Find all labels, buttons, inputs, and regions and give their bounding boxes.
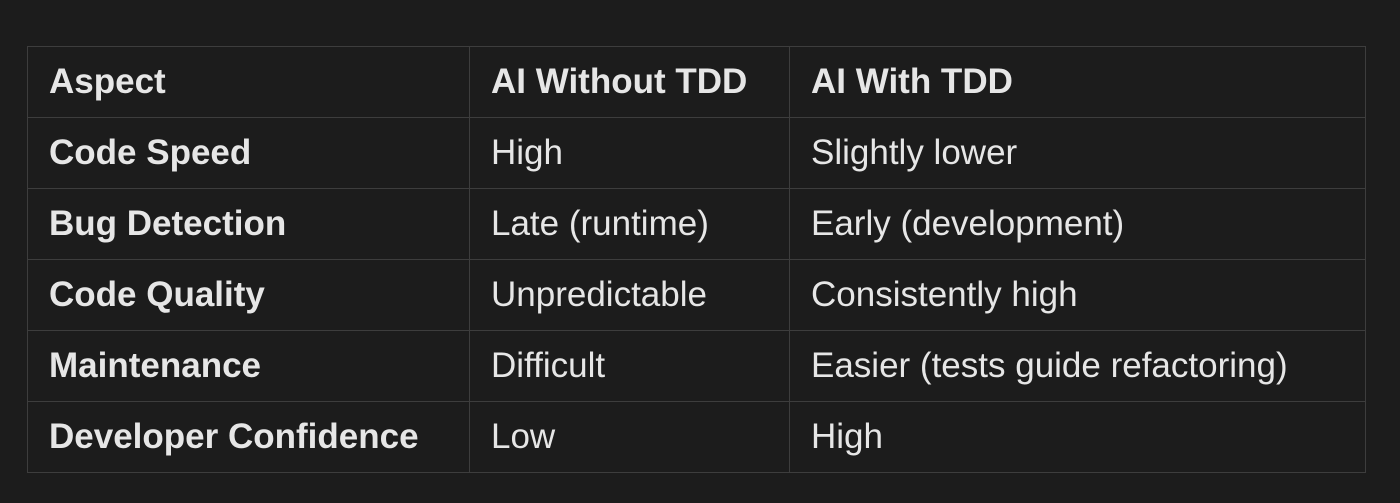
table-row: Maintenance Difficult Easier (tests guid… bbox=[27, 330, 1366, 402]
row-without-tdd-cell: Difficult bbox=[469, 330, 790, 402]
row-aspect-cell: Maintenance bbox=[27, 330, 470, 402]
row-with-tdd-cell: High bbox=[789, 401, 1366, 473]
row-aspect-cell: Code Quality bbox=[27, 259, 470, 331]
table-body: Code Speed High Slightly lower Bug Detec… bbox=[27, 117, 1366, 473]
header-aspect: Aspect bbox=[27, 46, 470, 118]
row-with-tdd-cell: Early (development) bbox=[789, 188, 1366, 260]
row-without-tdd-cell: Unpredictable bbox=[469, 259, 790, 331]
header-row: Aspect AI Without TDD AI With TDD bbox=[27, 46, 1366, 118]
row-without-tdd-cell: Low bbox=[469, 401, 790, 473]
row-aspect-cell: Bug Detection bbox=[27, 188, 470, 260]
row-without-tdd-cell: High bbox=[469, 117, 790, 189]
row-with-tdd-cell: Slightly lower bbox=[789, 117, 1366, 189]
comparison-table-container: Aspect AI Without TDD AI With TDD Code S… bbox=[27, 46, 1366, 473]
comparison-table: Aspect AI Without TDD AI With TDD Code S… bbox=[27, 46, 1366, 473]
table-header: Aspect AI Without TDD AI With TDD bbox=[27, 46, 1366, 118]
row-aspect-cell: Developer Confidence bbox=[27, 401, 470, 473]
row-with-tdd-cell: Consistently high bbox=[789, 259, 1366, 331]
header-ai-with-tdd: AI With TDD bbox=[789, 46, 1366, 118]
row-aspect-cell: Code Speed bbox=[27, 117, 470, 189]
header-ai-without-tdd: AI Without TDD bbox=[469, 46, 790, 118]
row-without-tdd-cell: Late (runtime) bbox=[469, 188, 790, 260]
table-row: Code Speed High Slightly lower bbox=[27, 117, 1366, 189]
table-row: Bug Detection Late (runtime) Early (deve… bbox=[27, 188, 1366, 260]
table-row: Code Quality Unpredictable Consistently … bbox=[27, 259, 1366, 331]
table-row: Developer Confidence Low High bbox=[27, 401, 1366, 473]
row-with-tdd-cell: Easier (tests guide refactoring) bbox=[789, 330, 1366, 402]
